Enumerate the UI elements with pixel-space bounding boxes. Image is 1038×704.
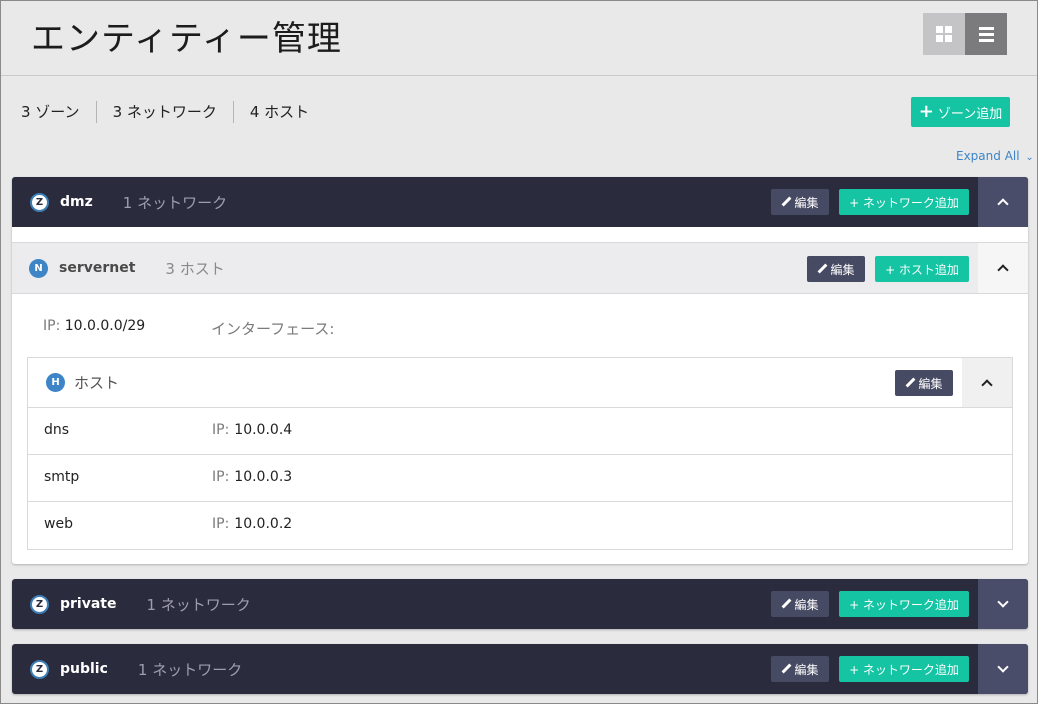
hosts-badge-icon: H	[46, 373, 65, 392]
zone-name: private	[60, 596, 117, 612]
ip-label: IP:	[43, 318, 61, 334]
edit-label: 編集	[794, 662, 819, 677]
collapse-zone-button[interactable]	[978, 177, 1028, 227]
ip-value: 10.0.0.0/29	[64, 318, 146, 334]
grid-view-button[interactable]	[923, 13, 965, 55]
add-network-label: + ネットワーク追加	[849, 597, 959, 612]
expand-all-label: Expand All	[956, 149, 1020, 163]
host-count: 4 ホスト	[232, 101, 325, 123]
pencil-icon	[781, 197, 791, 207]
ip-label: IP:	[212, 516, 230, 532]
zone-name: dmz	[60, 194, 93, 210]
grid-icon	[936, 26, 952, 42]
view-toggle	[923, 13, 1007, 55]
ip-label: IP:	[212, 422, 230, 438]
zone-network-count: 1 ネットワーク	[122, 193, 228, 212]
zone-badge-icon: Z	[30, 594, 49, 614]
edit-network-button[interactable]: 編集	[807, 256, 865, 282]
host-row[interactable]: smtp IP: 10.0.0.3	[28, 455, 1012, 502]
chevron-up-icon	[997, 198, 1009, 210]
host-ip: IP: 10.0.0.3	[212, 469, 292, 485]
network-host-count: 3 ホスト	[165, 259, 225, 278]
chevron-up-icon	[981, 378, 993, 391]
zone-header: Z dmz 1 ネットワーク 編集 + ネットワーク追加	[12, 177, 1028, 227]
zone-count: 3 ゾーン	[21, 103, 80, 121]
edit-hosts-button[interactable]: 編集	[895, 370, 953, 396]
zone-badge-icon: Z	[30, 192, 49, 212]
expand-zone-button[interactable]	[978, 644, 1028, 694]
collapse-hosts-button[interactable]	[962, 358, 1012, 407]
plus-icon: +	[918, 101, 934, 122]
pencil-icon	[781, 599, 791, 609]
zone-badge-icon: Z	[30, 659, 49, 679]
host-name: dns	[44, 422, 70, 438]
page-title: エンティティー管理	[31, 19, 342, 59]
edit-label: 編集	[794, 597, 819, 612]
ip-value: 10.0.0.3	[234, 469, 293, 485]
host-row[interactable]: dns IP: 10.0.0.4	[28, 408, 1012, 455]
edit-zone-button[interactable]: 編集	[771, 591, 829, 617]
expand-all-link[interactable]: Expand All ⌄	[956, 149, 1034, 163]
expand-zone-button[interactable]	[978, 579, 1028, 629]
add-host-label: + ホスト追加	[885, 262, 959, 277]
zone-header: Z public 1 ネットワーク 編集 + ネットワーク追加	[12, 644, 1028, 694]
zone-network-count: 1 ネットワーク	[146, 595, 251, 614]
edit-label: 編集	[918, 376, 943, 391]
hosts-section: H ホスト 編集 dns IP: 10.0.0.4 smtp IP: 10.0.0.…	[27, 357, 1013, 550]
host-ip: IP: 10.0.0.2	[212, 516, 292, 532]
chevron-up-icon	[997, 264, 1009, 276]
network-info: IP: 10.0.0.0/29 インターフェース:	[12, 294, 1028, 357]
hosts-header: H ホスト 編集	[28, 358, 1012, 408]
host-row[interactable]: web IP: 10.0.0.2	[28, 502, 1012, 549]
ip-label: IP:	[212, 469, 230, 485]
network-ip: IP: 10.0.0.0/29	[43, 318, 145, 334]
network-badge-icon: N	[29, 258, 48, 278]
add-network-label: + ネットワーク追加	[849, 195, 959, 210]
network-name: servernet	[59, 260, 136, 276]
ip-value: 10.0.0.2	[234, 516, 293, 532]
edit-zone-button[interactable]: 編集	[771, 189, 829, 215]
network-header: N servernet 3 ホスト 編集 + ホスト追加	[12, 242, 1028, 294]
hosts-title: ホスト	[74, 374, 120, 392]
network-count: 3 ネットワーク	[95, 101, 233, 123]
pencil-icon	[781, 664, 791, 674]
pencil-icon	[817, 264, 827, 274]
zone-card-public: Z public 1 ネットワーク 編集 + ネットワーク追加	[12, 644, 1028, 694]
chevron-down-icon: ⌄	[1025, 152, 1034, 163]
add-network-label: + ネットワーク追加	[849, 662, 959, 677]
zone-network-count: 1 ネットワーク	[137, 660, 243, 679]
add-network-button[interactable]: + ネットワーク追加	[839, 656, 969, 682]
collapse-network-button[interactable]	[978, 243, 1028, 293]
zone-card-dmz: Z dmz 1 ネットワーク 編集 + ネットワーク追加 N servernet…	[12, 177, 1028, 564]
edit-label: 編集	[830, 262, 855, 277]
list-view-button[interactable]	[965, 13, 1007, 55]
summary-stats: 3 ゾーン 3 ネットワーク 4 ホスト	[21, 101, 325, 123]
add-network-button[interactable]: + ネットワーク追加	[839, 591, 969, 617]
zone-name: public	[60, 661, 108, 677]
ip-value: 10.0.0.4	[234, 422, 293, 438]
host-ip: IP: 10.0.0.4	[212, 422, 292, 438]
zone-card-private: Z private 1 ネットワーク 編集 + ネットワーク追加	[12, 579, 1028, 629]
chevron-down-icon	[997, 596, 1009, 608]
zone-body: N servernet 3 ホスト 編集 + ホスト追加 IP: 10.0.0.…	[12, 227, 1028, 564]
host-name: web	[44, 516, 73, 532]
list-icon	[978, 26, 994, 42]
interface-label: インターフェース:	[211, 320, 335, 338]
zone-header: Z private 1 ネットワーク 編集 + ネットワーク追加	[12, 579, 1028, 629]
add-zone-label: ゾーン追加	[937, 106, 1003, 122]
add-host-button[interactable]: + ホスト追加	[875, 256, 969, 282]
edit-label: 編集	[794, 195, 819, 210]
add-zone-button[interactable]: + ゾーン追加	[911, 97, 1010, 127]
pencil-icon	[905, 378, 915, 388]
host-name: smtp	[44, 469, 80, 485]
edit-zone-button[interactable]: 編集	[771, 656, 829, 682]
page-header: エンティティー管理	[1, 1, 1037, 76]
add-network-button[interactable]: + ネットワーク追加	[839, 189, 969, 215]
chevron-down-icon	[997, 661, 1009, 673]
